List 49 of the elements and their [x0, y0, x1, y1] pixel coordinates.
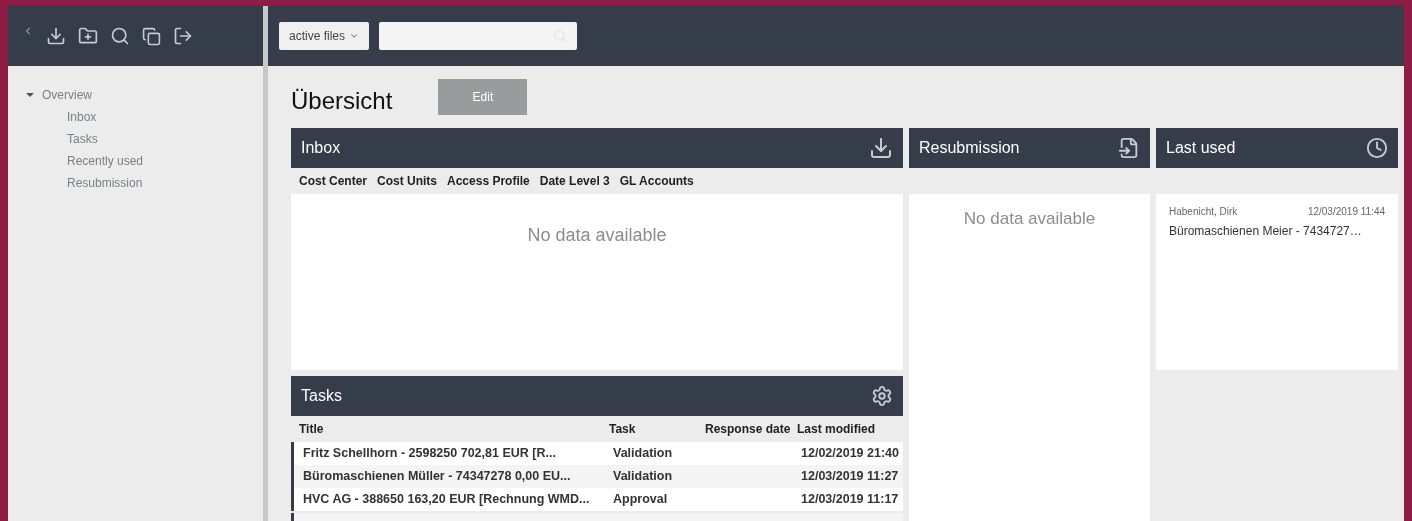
- table-cell-text: 12/03/2019 11:27: [800, 468, 900, 486]
- copy-icon[interactable]: [142, 26, 161, 46]
- filter-label[interactable]: Date Level 3: [539, 172, 610, 190]
- search-icon[interactable]: [110, 26, 130, 46]
- gear-icon[interactable]: [871, 385, 893, 407]
- tree-item[interactable]: Inbox: [26, 106, 97, 128]
- user-name: Habenicht, Dirk: [1169, 205, 1238, 219]
- panel-title: Resubmission: [919, 138, 1020, 158]
- table-cell-text: 12/02/2019 21:40: [800, 445, 900, 463]
- folder-plus-icon[interactable]: [78, 26, 98, 46]
- filter-label[interactable]: Cost Center: [299, 172, 367, 190]
- table-cell-text: Validation: [612, 445, 674, 463]
- filter-label[interactable]: Access Profile: [447, 172, 530, 190]
- panel-title: Inbox: [301, 138, 341, 158]
- table-row[interactable]: Fritz Schellhorn - 2598250 702,81 EUR [R... Validation 12/02/2019 21:40: [291, 442, 903, 465]
- table-cell-text: 12/03/2019 11:17: [800, 491, 900, 509]
- download-icon[interactable]: [869, 136, 893, 160]
- column-header[interactable]: Last modified: [789, 420, 900, 438]
- caret-icon: [349, 31, 360, 41]
- table-cell-text: Büromaschienen Müller - 74347278 0,00 EU...: [302, 468, 572, 486]
- tree-item[interactable]: Tasks: [26, 128, 98, 150]
- search-field[interactable]: [379, 22, 578, 50]
- page-title: Übersicht: [291, 86, 393, 116]
- table-cell-text: Validation: [612, 468, 674, 486]
- column-header[interactable]: Title: [291, 420, 601, 438]
- tree-item[interactable]: Overview: [26, 84, 263, 106]
- tree-item[interactable]: Recently used: [26, 150, 144, 172]
- expand-icon[interactable]: [26, 93, 34, 97]
- table-cell-text: HVC AG - 388650 163,20 EUR [Rechnung WMD...: [302, 491, 591, 509]
- exit-icon[interactable]: [173, 26, 193, 46]
- empty-message: No data available: [527, 224, 667, 247]
- clock-icon[interactable]: [1366, 137, 1388, 159]
- panel-title: Tasks: [301, 386, 342, 406]
- file-arrow-icon[interactable]: [1118, 137, 1140, 159]
- filter-label[interactable]: GL Accounts: [619, 172, 694, 190]
- table-row[interactable]: HVC AG - 388650 163,20 EUR [Rechnung WMD... Approval 12/03/2019 11:17: [291, 488, 903, 511]
- table-row[interactable]: Büromaschienen Müller - 74347278 0,00 EU... Validation 12/03/2019 11:27: [291, 465, 903, 488]
- column-header[interactable]: Response date: [697, 420, 789, 438]
- filter-label[interactable]: Cost Units: [377, 172, 437, 190]
- item-date: 12/03/2019 11:44: [1307, 205, 1385, 219]
- item-title: Büromaschienen Meier - 7434727…: [1169, 223, 1362, 240]
- panel-title: Last used: [1166, 138, 1236, 158]
- recent-item[interactable]: Habenicht, Dirk 12/03/2019 11:44 Büromaschienen Meier - 7434727…: [1169, 204, 1385, 240]
- empty-message: No data available: [963, 208, 1096, 230]
- filter-dropdown[interactable]: active files: [279, 22, 370, 50]
- table-cell-text: Fritz Schellhorn - 2598250 702,81 EUR [R...: [302, 445, 557, 463]
- column-header[interactable]: Task: [601, 420, 697, 438]
- download-icon[interactable]: [46, 26, 66, 46]
- table-cell-text: Approval: [612, 491, 669, 509]
